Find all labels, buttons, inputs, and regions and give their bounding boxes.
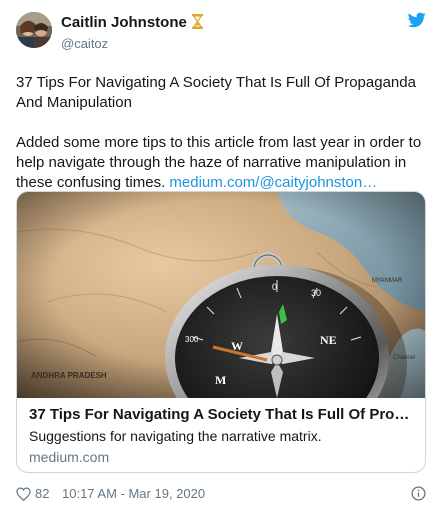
like-count[interactable]: 82 <box>35 484 49 504</box>
display-name-text[interactable]: Caitlin Johnstone <box>61 14 187 31</box>
like-button[interactable]: 82 <box>16 484 49 504</box>
twitter-bird-icon[interactable] <box>408 12 426 28</box>
map-label-1: ANDHRA PRADESH <box>31 371 107 380</box>
compass-on-map-image[interactable]: ANDHRA PRADESH Channel MYANMAR 0 30 NE W… <box>17 192 426 398</box>
svg-text:0: 0 <box>272 282 277 292</box>
svg-text:300: 300 <box>185 335 199 344</box>
svg-text:NE: NE <box>320 333 337 347</box>
card-description: Suggestions for navigating the narrative… <box>29 428 322 444</box>
tweet-header: Caitlin Johnstone @caitoz <box>16 12 426 53</box>
tweet-text: 37 Tips For Navigating A Society That Is… <box>16 73 426 193</box>
card-body: 37 Tips For Navigating A Society That Is… <box>29 405 415 466</box>
tweet-link[interactable]: medium.com/@caityjohnston… <box>169 174 377 191</box>
card-domain: medium.com <box>29 449 110 465</box>
tweet-footer: 82 10:17 AM - Mar 19, 2020 <box>16 484 426 504</box>
info-icon[interactable] <box>411 486 426 501</box>
card-title[interactable]: 37 Tips For Navigating A Society That Is… <box>29 405 415 424</box>
display-name[interactable]: Caitlin Johnstone <box>61 14 203 34</box>
map-label-3: MYANMAR <box>372 278 403 284</box>
hourglass-icon <box>191 14 203 34</box>
embedded-tweet: Caitlin Johnstone @caitoz 37 Tips For Na… <box>0 0 442 510</box>
heart-icon <box>16 487 31 501</box>
svg-text:M: M <box>215 373 226 387</box>
timestamp[interactable]: 10:17 AM - Mar 19, 2020 <box>62 484 205 504</box>
tweet-paragraph-2: Added some more tips to this article fro… <box>16 133 426 193</box>
author-block[interactable]: Caitlin Johnstone @caitoz <box>61 14 203 53</box>
tweet-paragraph-1: 37 Tips For Navigating A Society That Is… <box>16 74 416 111</box>
link-card[interactable]: ANDHRA PRADESH Channel MYANMAR 0 30 NE W… <box>16 191 426 473</box>
avatar[interactable] <box>16 12 52 48</box>
svg-text:30: 30 <box>311 288 321 298</box>
handle[interactable]: @caitoz <box>61 35 203 53</box>
